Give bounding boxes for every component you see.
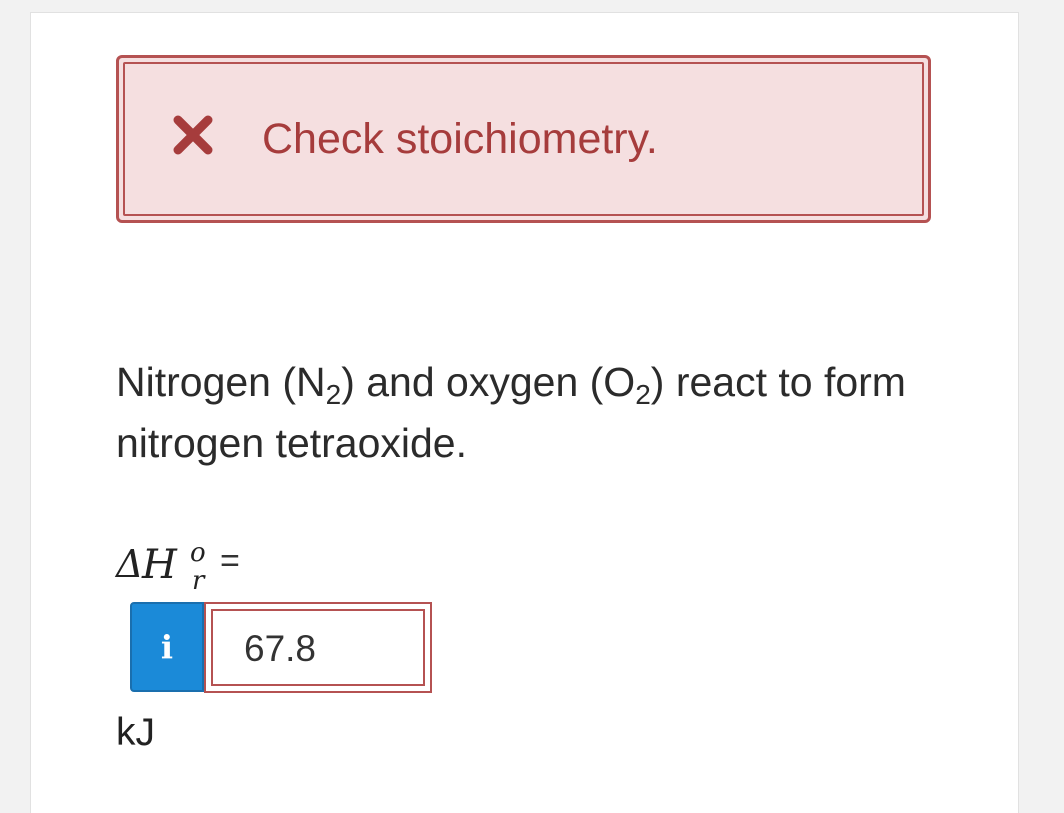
feedback-message: Check stoichiometry. [262, 115, 658, 163]
delta-symbol: Δ [116, 542, 144, 586]
info-icon: i [160, 628, 174, 666]
top-strip [0, 0, 1064, 12]
enthalpy-symbol: H [142, 542, 177, 588]
answer-input[interactable]: 67.8 [204, 602, 432, 693]
close-icon [173, 115, 213, 155]
question-part-1: Nitrogen (N [116, 359, 326, 405]
reaction-subscript: r [192, 566, 205, 596]
answer-value: 67.8 [244, 628, 317, 669]
standard-superscript: o [190, 538, 206, 568]
question-text: Nitrogen (N2) and oxygen (O2) react to f… [116, 352, 916, 474]
o2-subscript: 2 [635, 379, 651, 410]
info-button[interactable]: i [130, 602, 204, 692]
question-part-2: ) and oxygen (O [341, 359, 636, 405]
equals-sign: = [220, 542, 240, 580]
n2-subscript: 2 [325, 379, 342, 410]
unit-label: kJ [116, 711, 155, 754]
